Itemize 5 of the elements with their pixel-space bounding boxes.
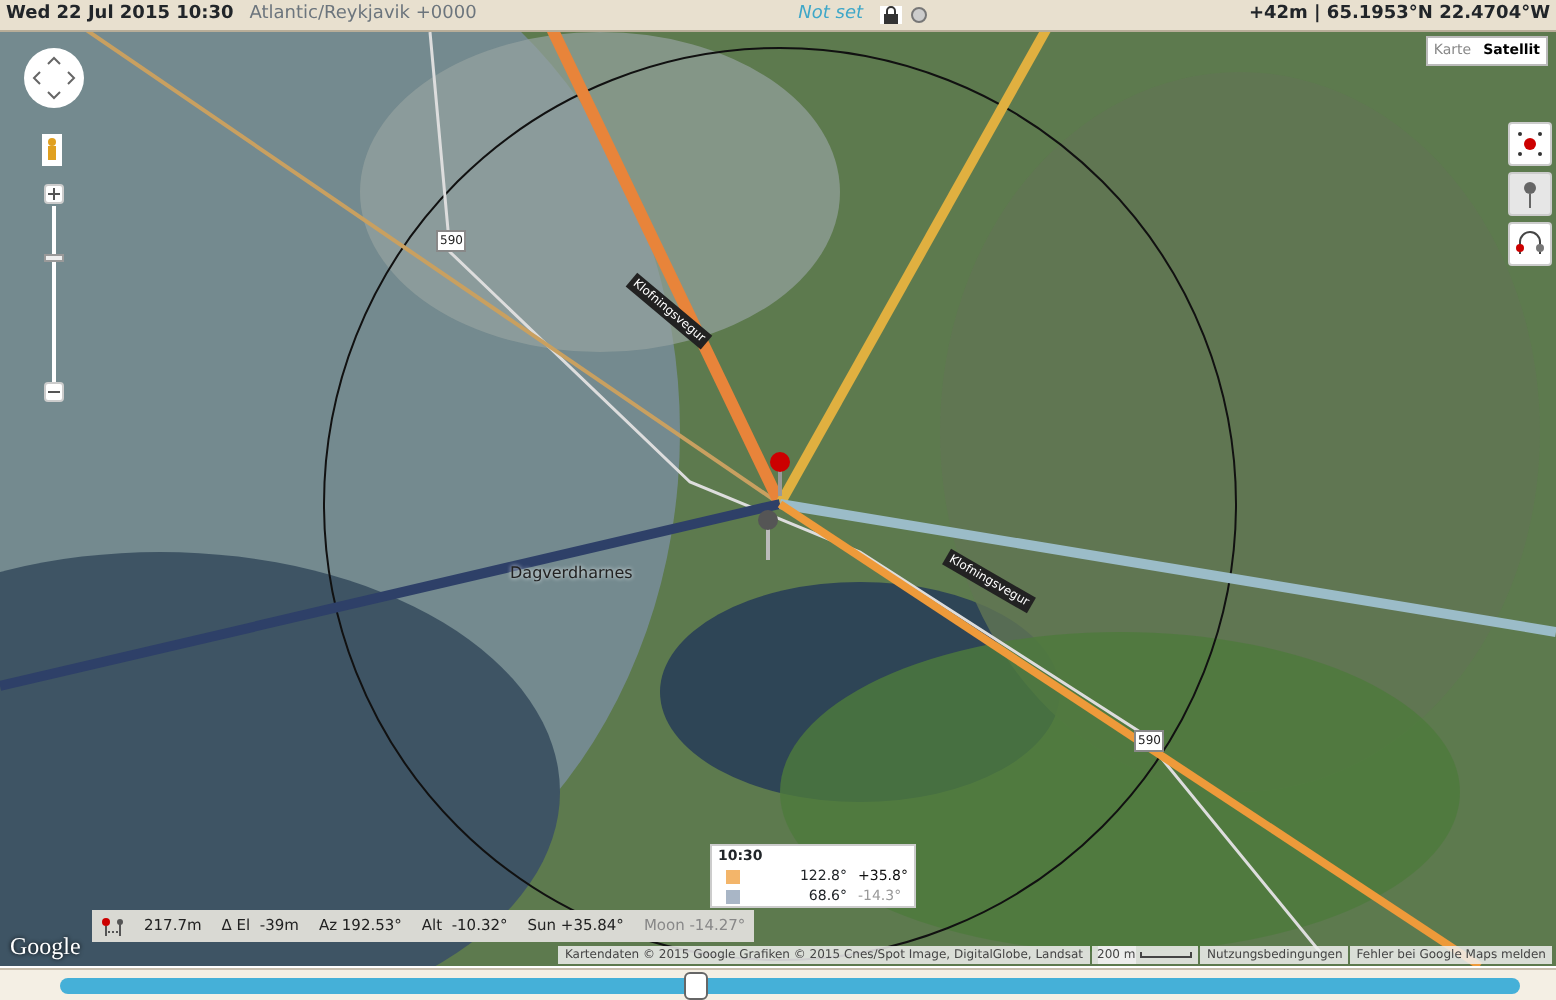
map-logo: Google [10, 930, 81, 964]
date-time: Wed 22 Jul 2015 10:30 [6, 1, 234, 28]
map-label: Dagverdharnes [510, 562, 633, 586]
coordinates: +42m | 65.1953°N 22.4704°W [1248, 1, 1551, 28]
timezone-label: Atlantic/Reykjavik +0000 [249, 1, 477, 28]
